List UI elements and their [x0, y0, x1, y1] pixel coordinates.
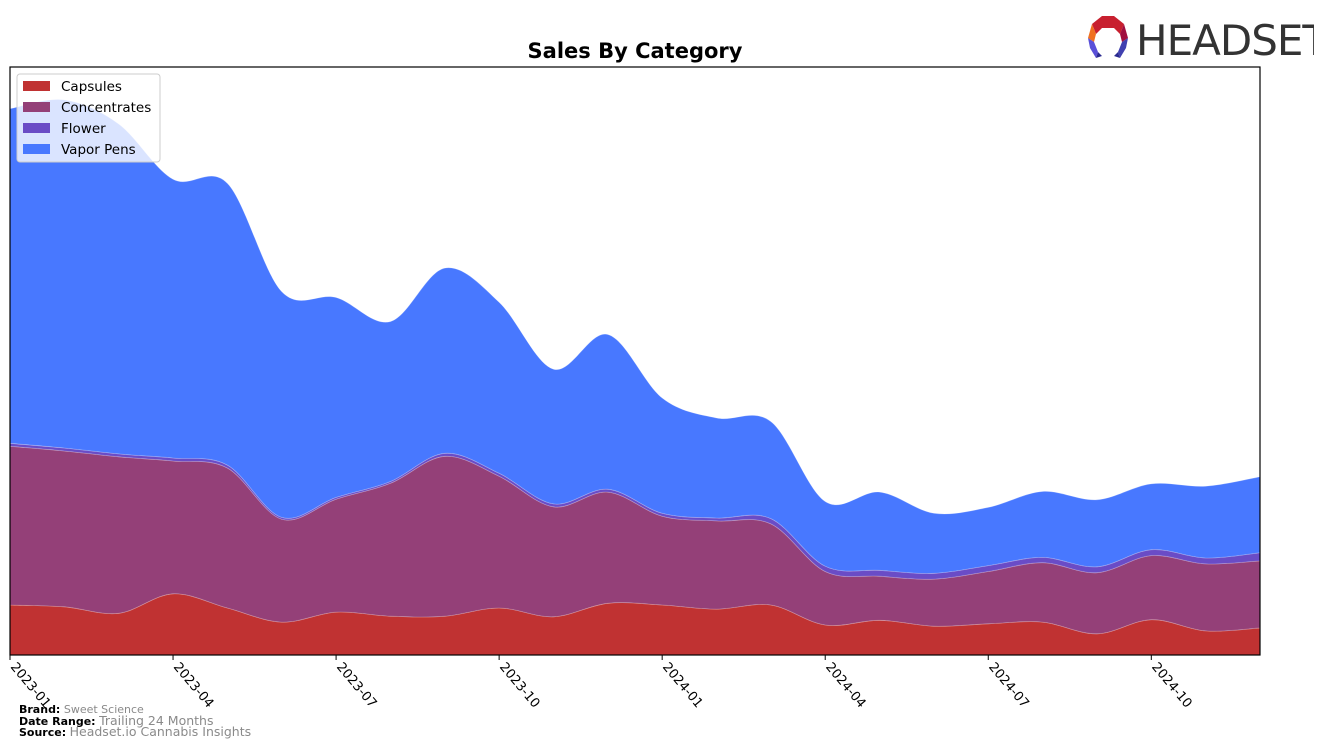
source-label: Source:: [19, 726, 67, 739]
legend-label: Capsules: [61, 79, 122, 95]
x-tick-label: 2024-10: [1148, 660, 1194, 711]
legend-swatch-flower: [23, 123, 50, 133]
legend-swatch-concentrates: [23, 102, 50, 112]
source-value: Headset.io Cannabis Insights: [69, 724, 252, 739]
legend-label: Vapor Pens: [61, 142, 136, 158]
legend-swatch-vapor-pens: [23, 144, 50, 154]
headset-logo: HEADSET: [1088, 16, 1314, 62]
x-tick-label: 2023-10: [496, 660, 542, 711]
x-tick-label: 2023-04: [170, 660, 216, 711]
legend: Capsules Concentrates Flower Vapor Pens: [16, 73, 161, 163]
headset-logo-icon: [1088, 16, 1128, 58]
x-tick-label: 2023-07: [333, 660, 379, 711]
legend-swatch-capsules: [23, 81, 50, 91]
x-tick-label: 2024-04: [822, 660, 868, 711]
x-tick-label: 2024-01: [659, 660, 705, 711]
area-layers: [9, 99, 1261, 656]
chart-title: Sales By Category: [528, 39, 743, 63]
x-tick-label: 2024-07: [985, 660, 1031, 711]
legend-label: Concentrates: [61, 100, 151, 116]
logo-text: HEADSET: [1136, 16, 1314, 62]
legend-label: Flower: [61, 121, 106, 137]
sales-by-category-chart: Sales By Category 2023-01 2023-04 2023-07 2…: [7, 39, 1261, 711]
x-axis: 2023-01 2023-04 2023-07 2023-10 2024-01 2024-…: [7, 655, 1195, 711]
footer-source: Source: Headset.io Cannabis Insights: [19, 724, 252, 739]
